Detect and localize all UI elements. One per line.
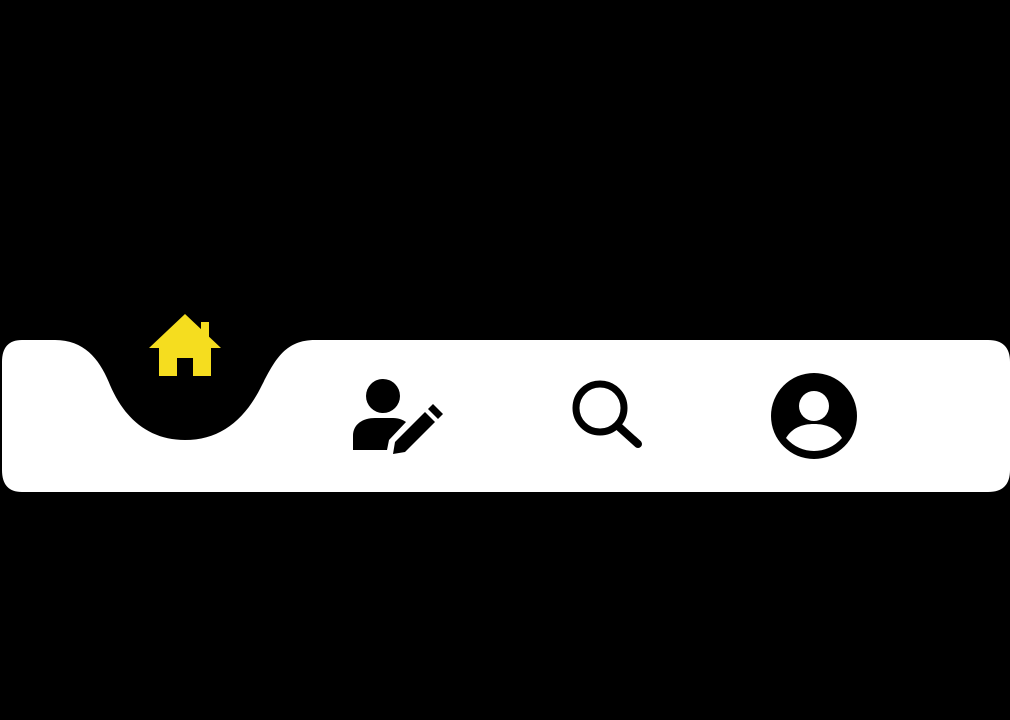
nav-item-home[interactable] [143,310,227,384]
app-screen [0,0,1010,720]
nav-item-edit-user[interactable] [345,374,445,458]
nav-item-profile[interactable] [766,368,862,464]
search-icon [572,380,642,448]
account-circle-icon [771,373,857,459]
home-icon [149,314,221,376]
nav-item-search[interactable] [564,376,650,450]
user-edit-icon [353,379,443,454]
bottom-navigation-bar [0,300,1010,500]
